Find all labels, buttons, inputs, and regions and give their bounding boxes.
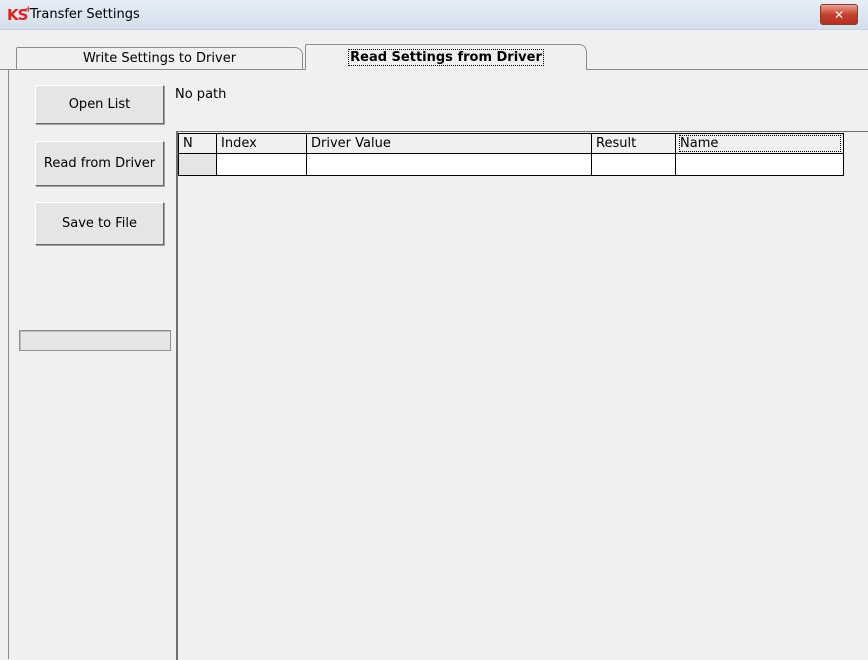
cell-name[interactable] [675,153,844,176]
app-logo-icon: KS+ [7,5,32,24]
progress-bar [19,330,171,351]
column-header-index[interactable]: Index [216,133,307,154]
title-bar[interactable]: KS+ Transfer Settings ✕ [0,0,868,30]
tab-read-settings[interactable]: Read Settings from Driver [305,44,587,70]
cell-index[interactable] [216,153,307,176]
table-header-row: N Index Driver Value Result Name [178,133,844,154]
settings-grid[interactable]: N Index Driver Value Result Name [176,131,868,660]
column-header-name[interactable]: Name [675,133,844,154]
tab-strip: Write Settings to Driver Read Settings f… [8,44,868,70]
transfer-settings-window: KS+ Transfer Settings ✕ Write Settings t… [0,0,868,660]
panel-border [8,70,9,659]
settings-table[interactable]: N Index Driver Value Result Name [178,133,844,176]
path-label: No path [175,87,227,102]
cell-n[interactable] [178,153,217,176]
window-title: Transfer Settings [30,7,140,22]
column-header-n[interactable]: N [178,133,217,154]
close-button[interactable]: ✕ [820,4,858,25]
cell-result[interactable] [591,153,676,176]
cell-driver-value[interactable] [306,153,592,176]
table-row[interactable] [178,153,844,176]
column-header-result[interactable]: Result [591,133,676,154]
read-from-driver-button[interactable]: Read from Driver [35,141,164,186]
tab-write-settings[interactable]: Write Settings to Driver [16,47,303,69]
open-list-button[interactable]: Open List [35,85,164,124]
column-header-driver-value[interactable]: Driver Value [306,133,592,154]
close-icon: ✕ [833,7,845,22]
save-to-file-button[interactable]: Save to File [35,202,164,245]
